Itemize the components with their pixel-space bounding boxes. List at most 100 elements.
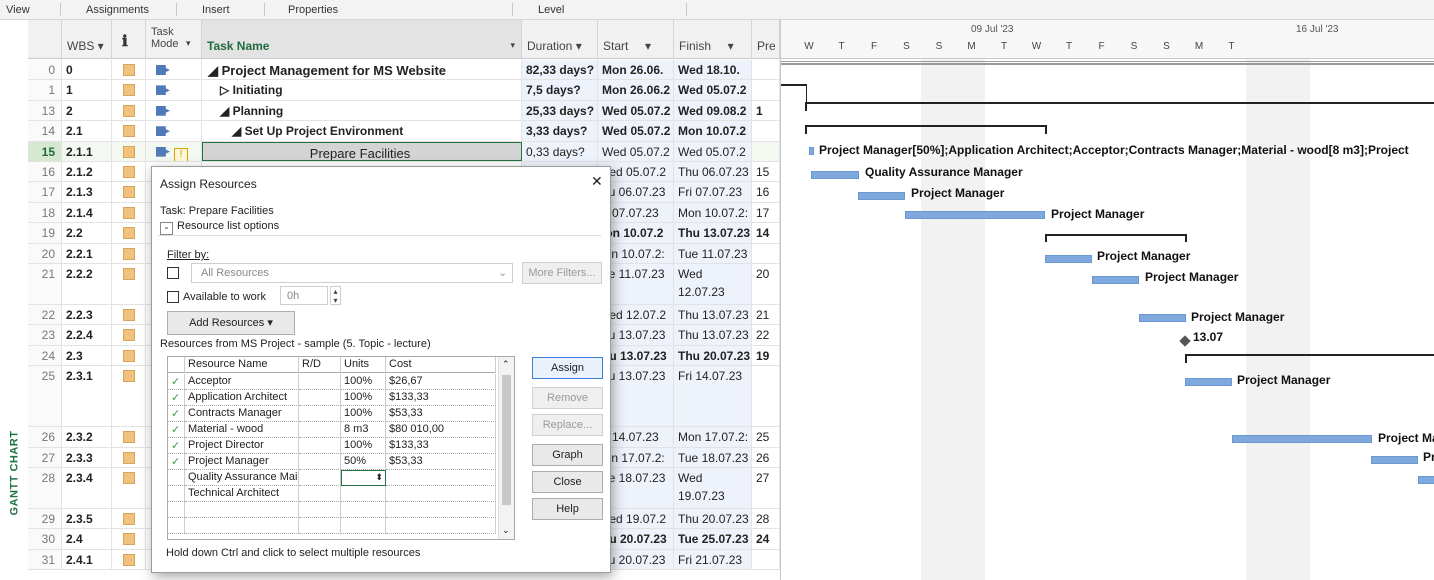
indicator-cell[interactable] bbox=[112, 80, 146, 100]
task-mode-cell[interactable]: ! bbox=[146, 141, 202, 161]
gantt-chart[interactable]: 09 Jul '23 16 Jul '23 W T F S S M T W T F S S M T Pro… bbox=[780, 20, 1434, 580]
ribbon-tab-level[interactable]: Level bbox=[538, 4, 564, 16]
cost-cell[interactable]: $26,67 bbox=[386, 374, 496, 390]
resource-grid[interactable]: Resource Name R/D Units Cost ✓ Acceptor 10… bbox=[167, 356, 515, 540]
indicator-cell[interactable] bbox=[112, 468, 146, 508]
duration-column-header[interactable]: Duration ▾ bbox=[522, 20, 598, 59]
cost-cell[interactable]: $133,33 bbox=[386, 438, 496, 454]
finish-cell[interactable]: Mon 17.07.2: bbox=[674, 427, 752, 447]
task-row[interactable]: 15 2.1.1! Prepare Facilities 0,33 days? Wed … bbox=[28, 141, 780, 162]
finish-cell[interactable]: Tue 25.07.23 bbox=[674, 529, 752, 549]
wbs-cell[interactable]: 2.1.3 bbox=[62, 182, 112, 202]
wbs-cell[interactable]: 2.3.2 bbox=[62, 427, 112, 447]
available-hours-input[interactable]: 0h bbox=[280, 286, 328, 305]
empty-resource-cell[interactable] bbox=[168, 518, 185, 534]
assigned-check-icon[interactable] bbox=[168, 486, 185, 502]
wbs-cell[interactable]: 2.1.4 bbox=[62, 202, 112, 223]
help-button[interactable]: Help bbox=[532, 498, 603, 520]
indicator-cell[interactable] bbox=[112, 264, 146, 304]
replace-button[interactable]: Replace... bbox=[532, 414, 603, 436]
indicator-cell[interactable] bbox=[112, 304, 146, 325]
row-number[interactable]: 14 bbox=[28, 121, 62, 141]
row-number[interactable]: 23 bbox=[28, 325, 62, 345]
indicator-cell[interactable] bbox=[112, 141, 146, 161]
units-cell[interactable]: 100% bbox=[341, 390, 386, 406]
row-number[interactable]: 13 bbox=[28, 100, 62, 121]
resource-name-cell[interactable]: Material - wood bbox=[185, 422, 299, 438]
assigned-check-icon[interactable]: ✓ bbox=[168, 406, 185, 422]
finish-cell[interactable]: Thu 06.07.23 bbox=[674, 162, 752, 182]
resource-grid-scrollbar[interactable]: ⌃ ⌄ bbox=[498, 357, 514, 539]
more-filters-button[interactable]: More Filters... bbox=[522, 262, 602, 284]
row-number[interactable]: 20 bbox=[28, 243, 62, 263]
empty-resource-cell[interactable] bbox=[185, 502, 299, 518]
finish-cell[interactable]: Mon 10.07.2: bbox=[674, 202, 752, 223]
finish-cell[interactable]: Thu 20.07.23 bbox=[674, 508, 752, 529]
task-mode-column-header[interactable]: Task Mode ▾ bbox=[146, 20, 202, 59]
predecessors-cell[interactable]: 25 bbox=[752, 427, 780, 447]
predecessors-cell[interactable]: 27 bbox=[752, 468, 780, 508]
rd-cell[interactable] bbox=[299, 374, 341, 390]
wbs-cell[interactable]: 2.2 bbox=[62, 223, 112, 243]
empty-resource-cell[interactable] bbox=[341, 502, 386, 518]
filter-by-checkbox[interactable] bbox=[167, 267, 179, 279]
task-mode-cell[interactable] bbox=[146, 100, 202, 121]
graph-button[interactable]: Graph bbox=[532, 444, 603, 466]
predecessors-cell[interactable] bbox=[752, 121, 780, 141]
ribbon-tab-view[interactable]: View bbox=[6, 4, 30, 16]
start-cell[interactable]: Mon 26.06. bbox=[598, 60, 674, 80]
finish-cell[interactable]: Thu 20.07.23 bbox=[674, 345, 752, 365]
rd-cell[interactable] bbox=[299, 390, 341, 406]
units-spinner-icon[interactable]: ⬍ bbox=[375, 472, 383, 483]
indicator-cell[interactable] bbox=[112, 447, 146, 467]
task-name-cell[interactable]: ◢ Project Management for MS Website bbox=[202, 60, 522, 80]
rd-cell[interactable] bbox=[299, 422, 341, 438]
units-cell[interactable] bbox=[341, 486, 386, 502]
row-number[interactable]: 29 bbox=[28, 508, 62, 529]
indicator-cell[interactable] bbox=[112, 223, 146, 243]
indicator-cell[interactable] bbox=[112, 100, 146, 121]
resource-name-cell[interactable]: Project Director bbox=[185, 438, 299, 454]
row-number[interactable]: 28 bbox=[28, 468, 62, 508]
row-number[interactable]: 31 bbox=[28, 549, 62, 569]
close-button[interactable]: Close bbox=[532, 471, 603, 493]
row-number[interactable]: 24 bbox=[28, 345, 62, 365]
predecessors-cell[interactable]: 19 bbox=[752, 345, 780, 365]
ribbon-tab-assignments[interactable]: Assignments bbox=[86, 4, 149, 16]
units-cell[interactable]: 50% bbox=[341, 454, 386, 470]
row-number[interactable]: 1 bbox=[28, 80, 62, 100]
indicator-cell[interactable] bbox=[112, 60, 146, 80]
start-cell[interactable]: Wed 05.07.2 bbox=[598, 141, 674, 161]
empty-resource-cell[interactable] bbox=[168, 502, 185, 518]
rd-cell[interactable] bbox=[299, 438, 341, 454]
empty-resource-cell[interactable] bbox=[299, 502, 341, 518]
rd-cell[interactable] bbox=[299, 406, 341, 422]
row-number[interactable]: 26 bbox=[28, 427, 62, 447]
assigned-check-icon[interactable]: ✓ bbox=[168, 422, 185, 438]
finish-cell[interactable]: Wed 09.08.2 bbox=[674, 100, 752, 121]
wbs-cell[interactable]: 0 bbox=[62, 60, 112, 80]
finish-cell[interactable]: Wed 05.07.2 bbox=[674, 80, 752, 100]
gantt-chart-view-label[interactable]: GANTT CHART bbox=[1, 428, 27, 518]
wbs-cell[interactable]: 2 bbox=[62, 100, 112, 121]
wbs-column-header[interactable]: WBS ▾ bbox=[62, 20, 112, 59]
units-cell[interactable]: 100% bbox=[341, 438, 386, 454]
row-number[interactable]: 15 bbox=[28, 141, 62, 161]
duration-cell[interactable]: 7,5 days? bbox=[522, 80, 598, 100]
cost-cell[interactable] bbox=[386, 470, 496, 486]
row-number[interactable]: 21 bbox=[28, 264, 62, 304]
row-number[interactable]: 18 bbox=[28, 202, 62, 223]
predecessors-cell[interactable] bbox=[752, 80, 780, 100]
row-number[interactable]: 22 bbox=[28, 304, 62, 325]
predecessors-cell[interactable]: 15 bbox=[752, 162, 780, 182]
predecessors-cell[interactable] bbox=[752, 366, 780, 427]
units-cell[interactable]: 100% bbox=[341, 406, 386, 422]
finish-cell[interactable]: Tue 18.07.23 bbox=[674, 447, 752, 467]
rd-cell[interactable] bbox=[299, 470, 341, 486]
duration-cell[interactable]: 82,33 days? bbox=[522, 60, 598, 80]
start-column-header[interactable]: Start ▾ bbox=[598, 20, 674, 59]
rd-cell[interactable] bbox=[299, 454, 341, 470]
row-number[interactable]: 27 bbox=[28, 447, 62, 467]
finish-cell[interactable]: Fri 07.07.23 bbox=[674, 182, 752, 202]
predecessors-cell[interactable] bbox=[752, 60, 780, 80]
